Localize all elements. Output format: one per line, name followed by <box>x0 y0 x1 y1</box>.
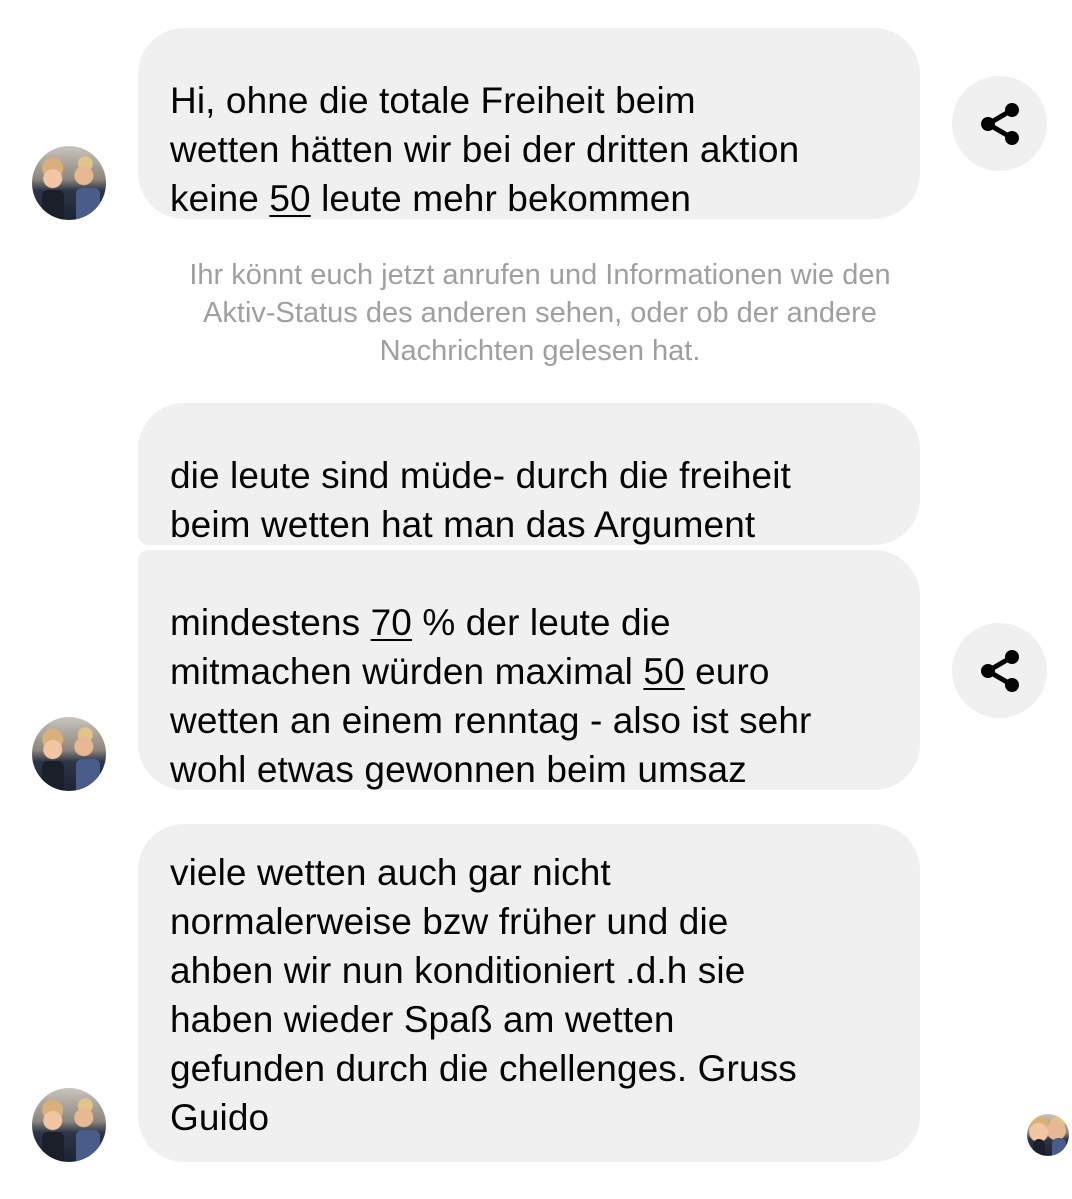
share-button[interactable] <box>952 623 1047 718</box>
message-bubble[interactable]: viele wetten auch gar nicht normalerweise… <box>138 824 920 1162</box>
message-line: ahben wir nun konditioniert .d.h sie <box>170 946 888 995</box>
contact-avatar[interactable] <box>32 146 106 220</box>
message-text: haben wieder Spaß am wetten <box>170 999 675 1040</box>
read-receipt-avatar <box>1027 1114 1069 1156</box>
message-line: gefunden durch die chellenges. Gruss <box>170 1044 888 1093</box>
message-bubble[interactable]: die leute sind müde- durch die freiheit b… <box>138 403 920 545</box>
message-text: mindestens <box>170 602 371 643</box>
share-icon <box>980 102 1019 145</box>
message-text: leute mehr bekommen <box>310 178 692 219</box>
message-text: mitmachen würden maximal <box>170 651 644 692</box>
message-text: Hi, ohne die totale Freiheit beim <box>170 80 696 121</box>
message-line: beim wetten hat man das Argument <box>170 500 888 549</box>
message-text: euro <box>684 651 770 692</box>
message-line: mindestens 70 % der leute die <box>170 598 888 647</box>
linked-number[interactable]: 50 <box>269 178 310 219</box>
message-text: wetten an einem renntag - also ist sehr <box>170 700 812 741</box>
message-line: keine 50 leute mehr bekommen <box>170 174 888 223</box>
message-text: Guido <box>170 1097 270 1138</box>
message-line: normalerweise bzw früher und die <box>170 897 888 946</box>
message-text: normalerweise bzw früher und die <box>170 901 729 942</box>
message-line: die leute sind müde- durch die freiheit <box>170 451 888 500</box>
linked-number[interactable]: 50 <box>643 651 684 692</box>
message-text: ahben wir nun konditioniert .d.h sie <box>170 950 746 991</box>
message-bubble[interactable]: Hi, ohne die totale Freiheit beim wetten … <box>138 28 920 219</box>
message-line: wohl etwas gewonnen beim umsaz <box>170 745 888 794</box>
message-text: beim wetten hat man das Argument <box>170 504 756 545</box>
message-text: gefunden durch die chellenges. Gruss <box>170 1048 797 1089</box>
message-text: die leute sind müde- durch die freiheit <box>170 455 791 496</box>
message-text: wetten hätten wir bei der dritten aktion <box>170 129 800 170</box>
message-line: wetten hätten wir bei der dritten aktion <box>170 125 888 174</box>
message-line: wetten an einem renntag - also ist sehr <box>170 696 888 745</box>
message-line: Guido <box>170 1093 888 1142</box>
message-text: wohl etwas gewonnen beim umsaz <box>170 749 747 790</box>
message-bubble[interactable]: mindestens 70 % der leute die mitmachen w… <box>138 550 920 790</box>
share-icon <box>980 649 1019 692</box>
linked-number[interactable]: 70 <box>371 602 412 643</box>
contact-avatar[interactable] <box>32 1088 106 1162</box>
message-text: keine <box>170 178 270 219</box>
message-line: mitmachen würden maximal 50 euro <box>170 647 888 696</box>
message-line: haben wieder Spaß am wetten <box>170 995 888 1044</box>
share-button[interactable] <box>952 76 1047 171</box>
message-line: Hi, ohne die totale Freiheit beim <box>170 76 888 125</box>
system-notice: Ihr könnt euch jetzt anrufen und Informa… <box>140 256 940 370</box>
system-notice-line: Ihr könnt euch jetzt anrufen und Informa… <box>189 259 891 291</box>
message-text: viele wetten auch gar nicht <box>170 852 611 893</box>
contact-avatar[interactable] <box>32 717 106 791</box>
message-line: viele wetten auch gar nicht <box>170 848 888 897</box>
system-notice-line: Aktiv-Status des anderen sehen, oder ob … <box>203 297 877 329</box>
message-text: % der leute die <box>411 602 671 643</box>
system-notice-line: Nachrichten gelesen hat. <box>379 335 701 367</box>
